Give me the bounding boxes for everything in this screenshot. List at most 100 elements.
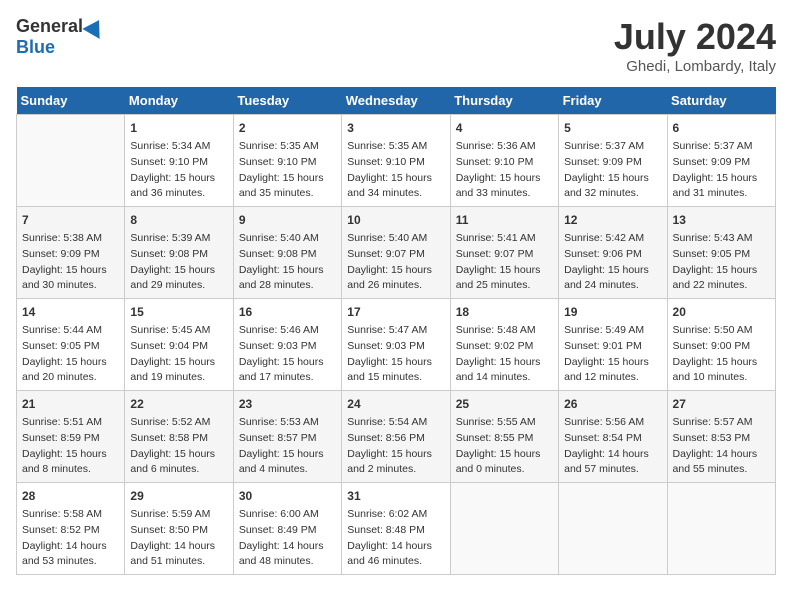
day-number: 29 [130,487,227,505]
logo-blue-text: Blue [16,37,55,58]
calendar-day-cell: 2Sunrise: 5:35 AMSunset: 9:10 PMDaylight… [233,115,341,207]
calendar-day-cell: 23Sunrise: 5:53 AMSunset: 8:57 PMDayligh… [233,391,341,483]
day-info: Sunrise: 5:37 AMSunset: 9:09 PMDaylight:… [564,139,661,202]
day-of-week-header: Monday [125,87,233,115]
day-number: 27 [673,395,770,413]
calendar-day-cell: 10 Sunrise: 5:40 AMSunset: 9:07 PMDayligh… [342,207,450,299]
day-number: 16 [239,303,336,321]
day-number: 25 [456,395,553,413]
calendar-day-cell: 9 Sunrise: 5:40 AMSunset: 9:08 PMDaylight… [233,207,341,299]
day-number: 13 [673,211,770,229]
calendar-day-cell [450,483,558,575]
day-info: Sunrise: 5:43 AMSunset: 9:05 PMDaylight:… [673,231,770,294]
day-info: Sunrise: 5:47 AMSunset: 9:03 PMDaylight:… [347,323,444,386]
calendar-week-row: 28 Sunrise: 5:58 AMSunset: 8:52 PMDayligh… [17,483,776,575]
month-year-title: July 2024 [614,16,776,58]
day-number: 21 [22,395,119,413]
day-info: Sunrise: 5:37 AMSunset: 9:09 PMDaylight:… [673,139,770,202]
calendar-week-row: 1 Sunrise: 5:34 AMSunset: 9:10 PMDaylight… [17,115,776,207]
day-number: 23 [239,395,336,413]
day-info: Sunrise: 5:58 AMSunset: 8:52 PMDaylight:… [22,507,119,570]
day-of-week-header: Wednesday [342,87,450,115]
day-info: Sunrise: 5:56 AMSunset: 8:54 PMDaylight:… [564,415,661,478]
day-info: Sunrise: 5:35 AMSunset: 9:10 PMDaylight:… [239,139,336,202]
calendar-day-cell: 18Sunrise: 5:48 AMSunset: 9:02 PMDayligh… [450,299,558,391]
day-info: Sunrise: 5:46 AMSunset: 9:03 PMDaylight:… [239,323,336,386]
day-info: Sunrise: 5:54 AMSunset: 8:56 PMDaylight:… [347,415,444,478]
day-info: Sunrise: 5:42 AMSunset: 9:06 PMDaylight:… [564,231,661,294]
day-info: Sunrise: 5:35 AMSunset: 9:10 PMDaylight:… [347,139,444,202]
calendar-day-cell: 5 Sunrise: 5:37 AMSunset: 9:09 PMDaylight… [559,115,667,207]
day-number: 8 [130,211,227,229]
day-number: 18 [456,303,553,321]
calendar-week-row: 7 Sunrise: 5:38 AMSunset: 9:09 PMDaylight… [17,207,776,299]
day-info: Sunrise: 5:57 AMSunset: 8:53 PMDaylight:… [673,415,770,478]
day-number: 12 [564,211,661,229]
calendar-day-cell: 27 Sunrise: 5:57 AMSunset: 8:53 PMDayligh… [667,391,775,483]
day-number: 3 [347,119,444,137]
day-info: Sunrise: 5:59 AMSunset: 8:50 PMDaylight:… [130,507,227,570]
day-number: 14 [22,303,119,321]
day-info: Sunrise: 5:40 AMSunset: 9:07 PMDaylight:… [347,231,444,294]
calendar-day-cell: 6 Sunrise: 5:37 AMSunset: 9:09 PMDaylight… [667,115,775,207]
calendar-day-cell: 4 Sunrise: 5:36 AMSunset: 9:10 PMDaylight… [450,115,558,207]
calendar-day-cell: 1 Sunrise: 5:34 AMSunset: 9:10 PMDaylight… [125,115,233,207]
day-info: Sunrise: 5:41 AMSunset: 9:07 PMDaylight:… [456,231,553,294]
day-of-week-header: Saturday [667,87,775,115]
calendar-header-row: SundayMondayTuesdayWednesdayThursdayFrid… [17,87,776,115]
day-info: Sunrise: 5:39 AMSunset: 9:08 PMDaylight:… [130,231,227,294]
calendar-day-cell: 20Sunrise: 5:50 AMSunset: 9:00 PMDayligh… [667,299,775,391]
day-info: Sunrise: 5:40 AMSunset: 9:08 PMDaylight:… [239,231,336,294]
day-number: 6 [673,119,770,137]
page-header: General Blue July 2024 Ghedi, Lombardy, … [16,16,776,75]
day-info: Sunrise: 6:02 AMSunset: 8:48 PMDaylight:… [347,507,444,570]
day-info: Sunrise: 6:00 AMSunset: 8:49 PMDaylight:… [239,507,336,570]
day-info: Sunrise: 5:45 AMSunset: 9:04 PMDaylight:… [130,323,227,386]
calendar-day-cell: 26Sunrise: 5:56 AMSunset: 8:54 PMDayligh… [559,391,667,483]
calendar-day-cell: 17 Sunrise: 5:47 AMSunset: 9:03 PMDayligh… [342,299,450,391]
calendar-day-cell: 31Sunrise: 6:02 AMSunset: 8:48 PMDayligh… [342,483,450,575]
calendar-day-cell: 28 Sunrise: 5:58 AMSunset: 8:52 PMDayligh… [17,483,125,575]
day-number: 24 [347,395,444,413]
day-number: 22 [130,395,227,413]
day-info: Sunrise: 5:38 AMSunset: 9:09 PMDaylight:… [22,231,119,294]
day-of-week-header: Sunday [17,87,125,115]
day-number: 1 [130,119,227,137]
logo: General Blue [16,16,105,58]
calendar-day-cell: 21 Sunrise: 5:51 AMSunset: 8:59 PMDayligh… [17,391,125,483]
calendar-day-cell: 16 Sunrise: 5:46 AMSunset: 9:03 PMDayligh… [233,299,341,391]
day-number: 10 [347,211,444,229]
day-number: 4 [456,119,553,137]
calendar-day-cell [559,483,667,575]
day-number: 17 [347,303,444,321]
day-info: Sunrise: 5:49 AMSunset: 9:01 PMDaylight:… [564,323,661,386]
day-info: Sunrise: 5:44 AMSunset: 9:05 PMDaylight:… [22,323,119,386]
title-block: July 2024 Ghedi, Lombardy, Italy [614,16,776,75]
day-info: Sunrise: 5:52 AMSunset: 8:58 PMDaylight:… [130,415,227,478]
calendar-day-cell: 24 Sunrise: 5:54 AMSunset: 8:56 PMDayligh… [342,391,450,483]
calendar-table: SundayMondayTuesdayWednesdayThursdayFrid… [16,87,776,575]
calendar-day-cell: 25Sunrise: 5:55 AMSunset: 8:55 PMDayligh… [450,391,558,483]
calendar-day-cell: 22 Sunrise: 5:52 AMSunset: 8:58 PMDayligh… [125,391,233,483]
day-of-week-header: Thursday [450,87,558,115]
day-number: 19 [564,303,661,321]
day-info: Sunrise: 5:51 AMSunset: 8:59 PMDaylight:… [22,415,119,478]
day-number: 11 [456,211,553,229]
day-info: Sunrise: 5:50 AMSunset: 9:00 PMDaylight:… [673,323,770,386]
calendar-day-cell: 12 Sunrise: 5:42 AMSunset: 9:06 PMDayligh… [559,207,667,299]
calendar-day-cell: 7 Sunrise: 5:38 AMSunset: 9:09 PMDaylight… [17,207,125,299]
day-number: 28 [22,487,119,505]
day-number: 9 [239,211,336,229]
day-info: Sunrise: 5:34 AMSunset: 9:10 PMDaylight:… [130,139,227,202]
calendar-day-cell [17,115,125,207]
calendar-day-cell: 3 Sunrise: 5:35 AMSunset: 9:10 PMDaylight… [342,115,450,207]
calendar-day-cell: 11 Sunrise: 5:41 AMSunset: 9:07 PMDayligh… [450,207,558,299]
day-number: 7 [22,211,119,229]
calendar-day-cell [667,483,775,575]
calendar-week-row: 14 Sunrise: 5:44 AMSunset: 9:05 PMDayligh… [17,299,776,391]
day-number: 30 [239,487,336,505]
calendar-day-cell: 14 Sunrise: 5:44 AMSunset: 9:05 PMDayligh… [17,299,125,391]
calendar-day-cell: 15Sunrise: 5:45 AMSunset: 9:04 PMDayligh… [125,299,233,391]
day-info: Sunrise: 5:36 AMSunset: 9:10 PMDaylight:… [456,139,553,202]
day-number: 5 [564,119,661,137]
